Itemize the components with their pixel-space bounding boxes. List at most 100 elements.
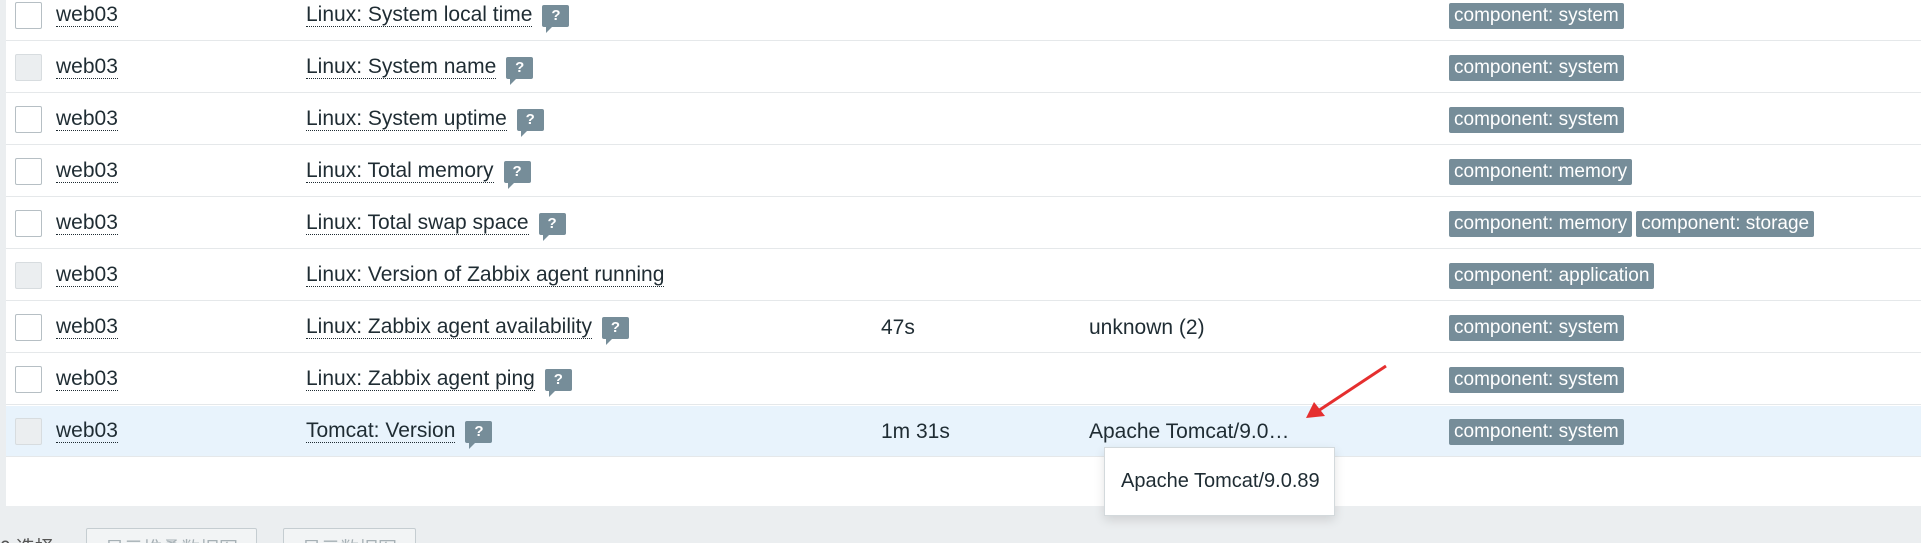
item-name-link[interactable]: Linux: System uptime xyxy=(306,108,507,131)
item-name-link[interactable]: Linux: System name xyxy=(306,56,497,79)
last-check-cell: 1m 31s xyxy=(881,419,950,443)
host-cell: web03 xyxy=(56,250,118,301)
table-row: web03 Linux: System name? component: syste… xyxy=(6,42,1921,93)
table-row: web03 Tomcat: Version? 1m 31s Apache Tomcat… xyxy=(6,406,1921,457)
tag-badge[interactable]: component: system xyxy=(1449,314,1624,341)
item-name-cell: Linux: System local time? xyxy=(306,0,570,41)
row-checkbox-cell xyxy=(14,146,42,197)
row-checkbox-cell xyxy=(14,302,42,353)
host-link[interactable]: web03 xyxy=(56,368,118,391)
last-value-cell[interactable]: unknown (2) xyxy=(1089,302,1205,353)
item-name-cell: Linux: System name? xyxy=(306,42,534,93)
tags-cell: component: system xyxy=(1449,0,1624,41)
tag-badge[interactable]: component: system xyxy=(1449,418,1624,445)
table-row: web03 Linux: Total swap space? component: … xyxy=(6,198,1921,249)
tag-badge[interactable]: component: memory xyxy=(1449,210,1633,237)
tag-badge[interactable]: component: system xyxy=(1449,2,1624,29)
row-checkbox xyxy=(14,262,42,289)
row-checkbox xyxy=(14,54,42,81)
tag-badge[interactable]: component: system xyxy=(1449,366,1624,393)
row-checkbox xyxy=(14,418,42,445)
item-name-cell: Tomcat: Version? xyxy=(306,406,493,457)
tags-cell: component: application xyxy=(1449,250,1655,301)
help-hint-icon[interactable]: ? xyxy=(538,212,566,241)
help-hint-icon[interactable]: ? xyxy=(503,160,531,189)
help-hint-icon[interactable]: ? xyxy=(506,56,534,85)
tags-cell: component: memory xyxy=(1449,146,1633,197)
table-footer: 0 选择 显示堆叠数据图 显示数据图 xyxy=(0,515,1921,543)
table-row: web03 Linux: System uptime? component: sys… xyxy=(6,94,1921,145)
table-row: web03 Linux: Total memory? component: memo… xyxy=(6,146,1921,197)
host-cell: web03 xyxy=(56,354,118,405)
row-checkbox[interactable] xyxy=(14,314,42,341)
row-checkbox-cell xyxy=(14,198,42,249)
tags-cell: component: memory component: storage xyxy=(1449,198,1815,249)
host-cell: web03 xyxy=(56,198,118,249)
row-checkbox[interactable] xyxy=(14,106,42,133)
show-graph-button[interactable]: 显示数据图 xyxy=(283,528,417,543)
item-name-link[interactable]: Linux: Total swap space xyxy=(306,212,529,235)
tag-badge[interactable]: component: system xyxy=(1449,106,1624,133)
item-name-link[interactable]: Linux: Version of Zabbix agent running xyxy=(306,264,665,287)
tag-badge[interactable]: component: system xyxy=(1449,54,1624,81)
item-name-link[interactable]: Linux: Zabbix agent availability xyxy=(306,316,593,339)
arrow-line xyxy=(1317,364,1387,413)
help-hint-icon[interactable]: ? xyxy=(602,316,630,345)
tag-badge[interactable]: component: application xyxy=(1449,262,1655,289)
item-name-cell: Linux: System uptime? xyxy=(306,94,544,145)
host-link[interactable]: web03 xyxy=(56,56,118,79)
item-name-link[interactable]: Linux: System local time xyxy=(306,4,533,27)
host-cell: web03 xyxy=(56,42,118,93)
tags-cell: component: system xyxy=(1449,406,1624,457)
item-name-link[interactable]: Tomcat: Version xyxy=(306,420,456,443)
row-checkbox-cell xyxy=(14,354,42,405)
table-row: web03 Linux: Zabbix agent availability? 47… xyxy=(6,302,1921,353)
host-link[interactable]: web03 xyxy=(56,160,118,183)
row-checkbox-cell xyxy=(14,0,42,41)
tooltip-text: Apache Tomcat/9.0.89 xyxy=(1121,470,1320,492)
host-link[interactable]: web03 xyxy=(56,108,118,131)
table-row: web03 Linux: Zabbix agent ping? component:… xyxy=(6,354,1921,405)
host-link[interactable]: web03 xyxy=(56,316,118,339)
item-name-cell: Linux: Total memory? xyxy=(306,146,531,197)
help-hint-icon[interactable]: ? xyxy=(544,368,572,397)
host-link[interactable]: web03 xyxy=(56,212,118,235)
item-name-cell: Linux: Zabbix agent ping? xyxy=(306,354,572,405)
value-tooltip: Apache Tomcat/9.0.89 xyxy=(1104,447,1335,516)
tags-cell: component: system xyxy=(1449,302,1624,353)
item-name-link[interactable]: Linux: Zabbix agent ping xyxy=(306,368,535,391)
row-checkbox-cell xyxy=(14,42,42,93)
row-checkbox[interactable] xyxy=(14,210,42,237)
item-name-cell: Linux: Version of Zabbix agent running xyxy=(306,250,665,301)
host-link[interactable]: web03 xyxy=(56,264,118,287)
row-checkbox-cell xyxy=(14,250,42,301)
row-checkbox[interactable] xyxy=(14,158,42,185)
help-hint-icon[interactable]: ? xyxy=(542,4,570,33)
tags-cell: component: system xyxy=(1449,42,1624,93)
host-cell: web03 xyxy=(56,94,118,145)
last-check-cell: 47s xyxy=(881,315,915,339)
item-name-cell: Linux: Zabbix agent availability? xyxy=(306,302,630,353)
host-link[interactable]: web03 xyxy=(56,4,118,27)
latest-data-table: web03 Linux: System local time? component:… xyxy=(0,0,1921,506)
show-stacked-graph-button[interactable]: 显示堆叠数据图 xyxy=(86,528,258,543)
tags-cell: component: system xyxy=(1449,354,1624,405)
host-cell: web03 xyxy=(56,0,118,41)
tag-badge[interactable]: component: storage xyxy=(1636,210,1815,237)
table-row: web03 Linux: Version of Zabbix agent runn… xyxy=(6,250,1921,301)
help-hint-icon[interactable]: ? xyxy=(465,420,493,449)
table-row: web03 Linux: System local time? component:… xyxy=(6,0,1921,41)
host-link[interactable]: web03 xyxy=(56,420,118,443)
annotation-arrow xyxy=(1306,364,1387,418)
item-name-link[interactable]: Linux: Total memory xyxy=(306,160,494,183)
row-checkbox-cell xyxy=(14,94,42,145)
host-cell: web03 xyxy=(56,146,118,197)
row-checkbox[interactable] xyxy=(14,366,42,393)
row-checkbox[interactable] xyxy=(14,2,42,29)
tag-badge[interactable]: component: memory xyxy=(1449,158,1633,185)
help-hint-icon[interactable]: ? xyxy=(516,108,544,137)
selected-count: 0 选择 xyxy=(0,533,54,543)
host-cell: web03 xyxy=(56,302,118,353)
tags-cell: component: system xyxy=(1449,94,1624,145)
host-cell: web03 xyxy=(56,406,118,457)
